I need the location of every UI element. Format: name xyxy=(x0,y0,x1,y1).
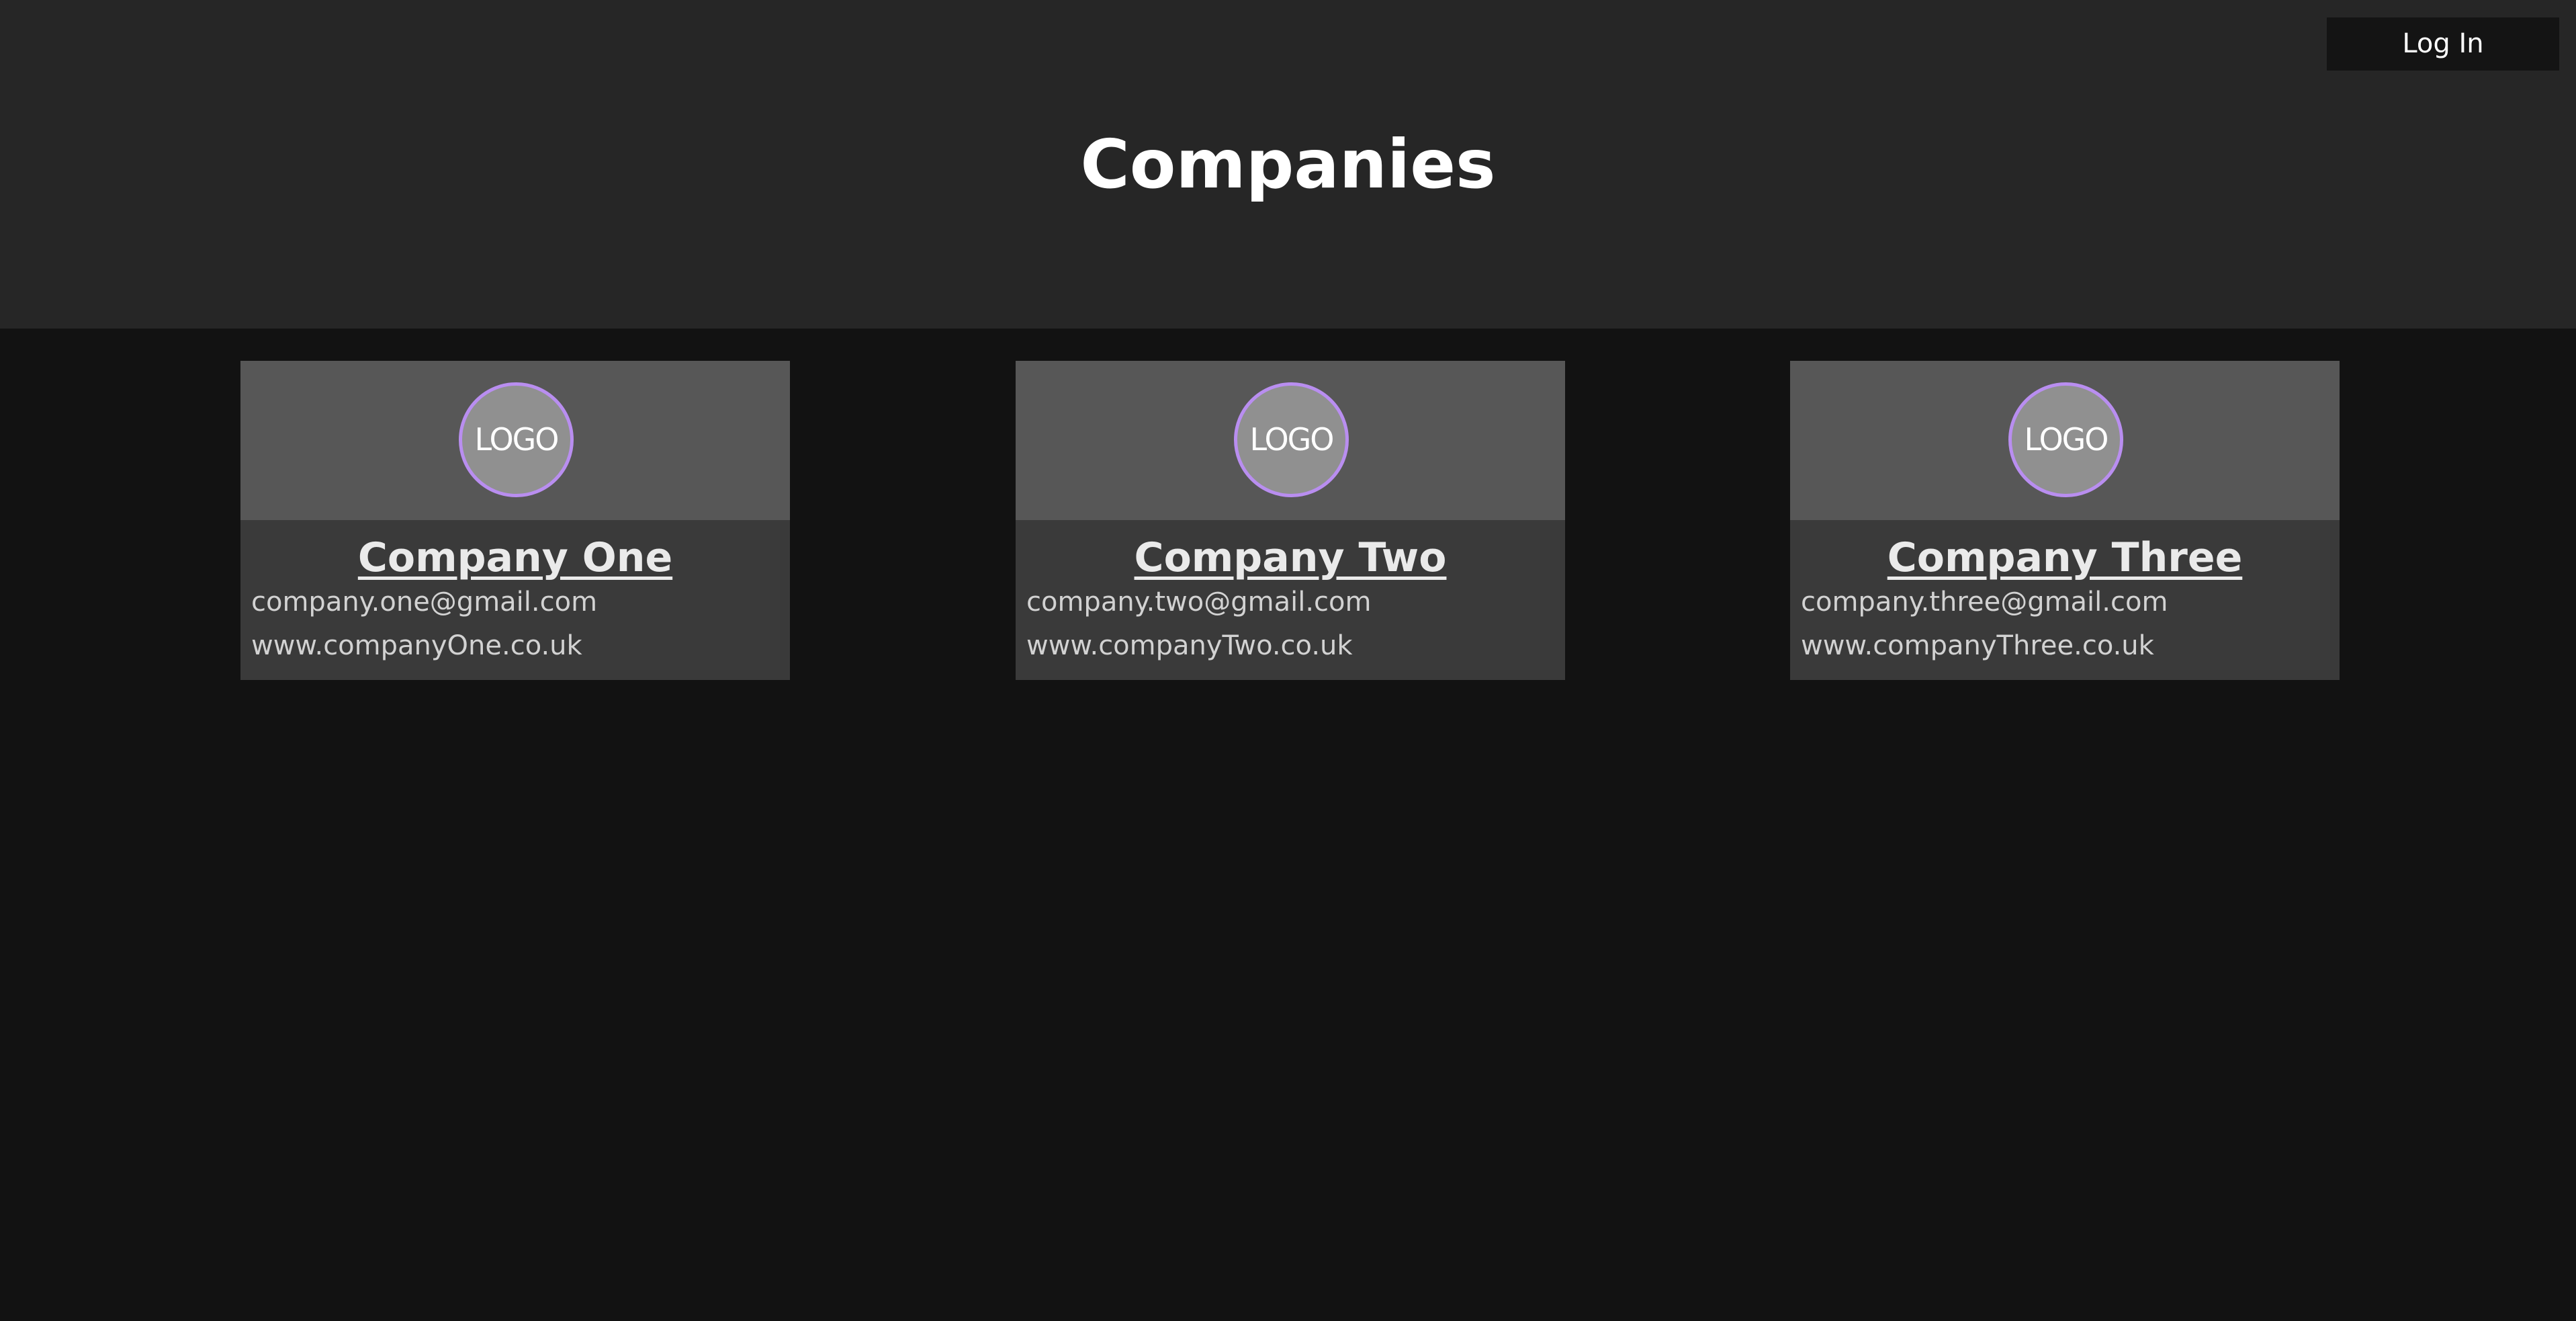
company-card[interactable]: LOGO Company One company.one@gmail.com w… xyxy=(240,361,790,680)
company-name-link[interactable]: Company One xyxy=(240,524,790,591)
company-card[interactable]: LOGO Company Two company.two@gmail.com w… xyxy=(1016,361,1565,680)
company-name-link[interactable]: Company Two xyxy=(1016,524,1565,591)
company-card-banner: LOGO xyxy=(240,361,790,520)
company-card-banner: LOGO xyxy=(1016,361,1565,520)
company-email: company.two@gmail.com xyxy=(1026,587,1372,617)
company-email: company.three@gmail.com xyxy=(1801,587,2168,617)
company-name-link[interactable]: Company Three xyxy=(1790,524,2340,591)
company-card[interactable]: LOGO Company Three company.three@gmail.c… xyxy=(1790,361,2340,680)
company-website: www.companyThree.co.uk xyxy=(1801,630,2154,661)
company-logo: LOGO xyxy=(1234,382,1349,497)
page-title: Companies xyxy=(1080,125,1496,204)
company-logo: LOGO xyxy=(2008,382,2123,497)
login-button[interactable]: Log In xyxy=(2327,17,2559,71)
company-card-banner: LOGO xyxy=(1790,361,2340,520)
company-website: www.companyOne.co.uk xyxy=(251,630,582,661)
company-logo: LOGO xyxy=(459,382,574,497)
company-email: company.one@gmail.com xyxy=(251,587,598,617)
page-header: Log In Companies xyxy=(0,0,2576,329)
company-website: www.companyTwo.co.uk xyxy=(1026,630,1353,661)
